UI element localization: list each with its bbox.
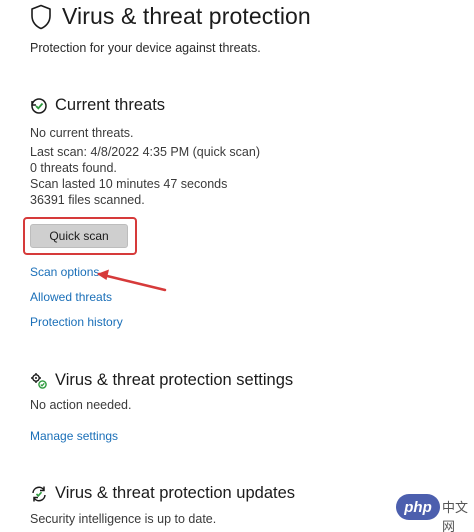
- watermark-suffix: 中文网: [442, 500, 469, 532]
- updates-status-text: Security intelligence is up to date.: [30, 512, 217, 526]
- manage-settings-link[interactable]: Manage settings: [30, 429, 118, 443]
- files-scanned-text: 36391 files scanned.: [30, 193, 145, 207]
- protection-updates-header: Virus & threat protection updates: [30, 484, 295, 503]
- current-threats-header: Current threats: [30, 96, 165, 115]
- virus-threat-protection-page: Virus & threat protection Protection for…: [0, 0, 474, 532]
- php-watermark-logo: php: [396, 494, 440, 520]
- page-header: Virus & threat protection: [30, 3, 311, 30]
- scan-options-link[interactable]: Scan options: [30, 265, 99, 279]
- quick-scan-button[interactable]: Quick scan: [30, 224, 128, 248]
- protection-settings-title: Virus & threat protection settings: [55, 371, 294, 389]
- threat-status-text: No current threats.: [30, 126, 134, 140]
- scan-duration-text: Scan lasted 10 minutes 47 seconds: [30, 177, 228, 191]
- protection-history-link[interactable]: Protection history: [30, 315, 123, 329]
- history-scan-icon: [31, 97, 47, 114]
- page-subtitle: Protection for your device against threa…: [30, 41, 261, 55]
- update-sync-icon: [32, 486, 46, 501]
- settings-status-text: No action needed.: [30, 398, 132, 412]
- shield-icon: [31, 4, 51, 29]
- protection-updates-title: Virus & threat protection updates: [55, 484, 296, 502]
- settings-gears-icon: [31, 372, 47, 389]
- current-threats-title: Current threats: [55, 96, 166, 114]
- last-scan-text: Last scan: 4/8/2022 4:35 PM (quick scan): [30, 145, 260, 159]
- allowed-threats-link[interactable]: Allowed threats: [30, 290, 112, 304]
- protection-settings-header: Virus & threat protection settings: [30, 371, 293, 390]
- threats-found-text: 0 threats found.: [30, 161, 117, 175]
- page-title: Virus & threat protection: [62, 3, 311, 29]
